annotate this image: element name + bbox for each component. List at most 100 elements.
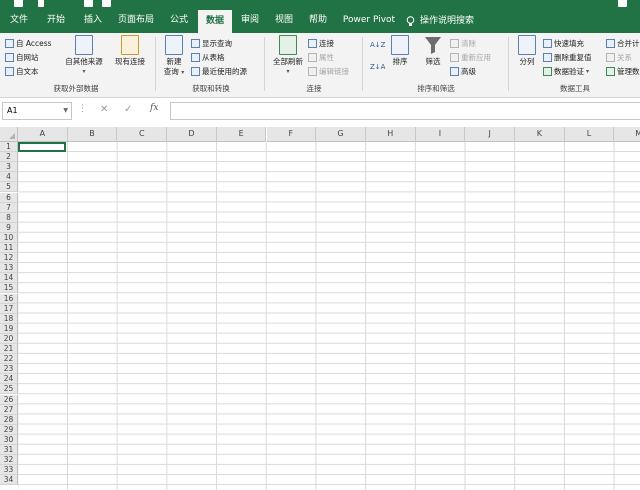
name-box[interactable]: A1 ▼ (2, 102, 72, 120)
row-header[interactable]: 30 (0, 434, 18, 445)
row-header[interactable]: 7 (0, 202, 18, 213)
tab-data[interactable]: 数据 (198, 10, 232, 33)
row-header[interactable]: 28 (0, 414, 18, 425)
column-header[interactable]: C (117, 127, 168, 142)
flash-fill-button[interactable]: 快速填充 (543, 36, 584, 50)
row-header[interactable]: 31 (0, 445, 18, 456)
manage-data-model-button[interactable]: 管理数 (606, 64, 640, 78)
row-header[interactable]: 12 (0, 253, 18, 264)
row-header[interactable]: 4 (0, 172, 18, 183)
filter-button[interactable]: 筛选 (420, 35, 446, 67)
refresh-all-button[interactable]: 全部刷新 ▾ (268, 35, 308, 77)
chevron-down-icon[interactable]: ▼ (63, 103, 68, 119)
row-header[interactable]: 24 (0, 374, 18, 385)
formula-bar-splitter-icon[interactable]: ⋮ (78, 104, 87, 114)
insert-function-icon[interactable]: fx (150, 103, 158, 113)
row-header[interactable]: 20 (0, 333, 18, 344)
row-header[interactable]: 26 (0, 394, 18, 405)
text-to-columns-button[interactable]: 分列 (514, 35, 540, 67)
consolidate-button[interactable]: 合并计 (606, 36, 640, 50)
column-header[interactable]: G (316, 127, 366, 142)
row-header[interactable]: 23 (0, 364, 18, 375)
show-queries-button[interactable]: 显示查询 (191, 36, 232, 50)
row-header[interactable]: 1 (0, 142, 18, 153)
row-header[interactable]: 33 (0, 465, 18, 476)
from-table-button[interactable]: 从表格 (191, 50, 225, 64)
relationships-button[interactable]: 关系 (606, 50, 632, 64)
row-header[interactable]: 34 (0, 475, 18, 486)
connections-button[interactable]: 连接 (308, 36, 334, 50)
column-header[interactable]: J (465, 127, 515, 142)
cell-area[interactable] (18, 142, 640, 490)
cancel-entry-icon[interactable]: ✕ (100, 104, 108, 115)
column-header[interactable]: A (18, 127, 68, 142)
row-header[interactable]: 10 (0, 232, 18, 243)
column-header[interactable]: E (216, 127, 267, 142)
confirm-entry-icon[interactable]: ✓ (124, 104, 132, 115)
from-other-sources-button[interactable]: 自其他来源 ▾ (60, 35, 108, 77)
reapply-button[interactable]: 重新应用 (450, 50, 491, 64)
column-header[interactable]: M (614, 127, 640, 142)
spreadsheet-grid[interactable]: A B C D E F G H I J K L M 1 2 3 4 5 6 7 8 9 10 11 12 13 14 15 16 17 18… (0, 127, 640, 490)
row-header[interactable]: 5 (0, 182, 18, 193)
row-header[interactable]: 22 (0, 354, 18, 365)
row-header[interactable]: 9 (0, 222, 18, 233)
row-header[interactable]: 2 (0, 152, 18, 163)
tab-insert[interactable]: 插入 (76, 9, 110, 33)
row-header[interactable]: 13 (0, 263, 18, 274)
sort-descending-button[interactable]: Z↓A (370, 60, 385, 74)
from-access-button[interactable]: 自 Access (5, 36, 52, 50)
row-header[interactable]: 29 (0, 424, 18, 435)
tab-page-layout[interactable]: 页面布局 (112, 9, 160, 33)
column-header[interactable]: F (266, 127, 317, 142)
tab-review[interactable]: 审阅 (234, 9, 266, 33)
advanced-filter-button[interactable]: 高级 (450, 64, 476, 78)
row-header[interactable]: 3 (0, 162, 18, 173)
column-header[interactable]: H (365, 127, 416, 142)
sort-ascending-button[interactable]: A↓Z (370, 38, 385, 52)
save-icon[interactable] (14, 0, 23, 7)
row-header[interactable]: 32 (0, 455, 18, 466)
data-validation-button[interactable]: 数据验证 ▾ (543, 64, 589, 78)
row-header[interactable]: 21 (0, 344, 18, 355)
row-header[interactable]: 16 (0, 293, 18, 304)
column-header[interactable]: B (67, 127, 118, 142)
tab-formulas[interactable]: 公式 (162, 9, 196, 33)
row-header[interactable]: 6 (0, 192, 18, 203)
from-web-button[interactable]: 自网站 (5, 50, 39, 64)
row-header[interactable]: 18 (0, 313, 18, 324)
tab-file[interactable]: 文件 (2, 9, 36, 33)
column-header[interactable]: L (564, 127, 615, 142)
row-header[interactable]: 8 (0, 212, 18, 223)
formula-input[interactable] (170, 102, 640, 120)
column-header[interactable]: I (415, 127, 466, 142)
row-header[interactable]: 15 (0, 283, 18, 294)
remove-duplicates-button[interactable]: 删除重复值 (543, 50, 592, 64)
properties-button[interactable]: 属性 (308, 50, 334, 64)
undo-icon[interactable] (38, 0, 44, 7)
column-header[interactable]: D (167, 127, 217, 142)
window-control-icon[interactable] (618, 0, 627, 7)
row-header[interactable]: 25 (0, 384, 18, 395)
from-text-button[interactable]: 自文本 (5, 64, 39, 78)
quick-access-icon[interactable] (84, 0, 93, 7)
clear-filter-button[interactable]: 清除 (450, 36, 476, 50)
row-header[interactable]: 19 (0, 323, 18, 334)
edit-links-button[interactable]: 编辑链接 (308, 64, 349, 78)
row-header[interactable]: 11 (0, 243, 18, 254)
row-header[interactable]: 14 (0, 273, 18, 284)
sort-button[interactable]: 排序 (388, 35, 412, 67)
row-header[interactable]: 17 (0, 303, 18, 314)
recent-sources-button[interactable]: 最近使用的源 (191, 64, 247, 78)
select-all-button[interactable] (0, 127, 18, 142)
row-header[interactable]: 27 (0, 404, 18, 415)
quick-access-icon-2[interactable] (102, 0, 111, 7)
tab-home[interactable]: 开始 (38, 9, 74, 33)
tab-view[interactable]: 视图 (268, 9, 300, 33)
existing-connections-button[interactable]: 现有连接 (110, 35, 150, 67)
tab-help[interactable]: 帮助 (302, 9, 334, 33)
column-header[interactable]: K (515, 127, 565, 142)
active-cell[interactable] (18, 142, 66, 152)
new-query-button[interactable]: 新建 查询 ▾ (160, 35, 188, 78)
tell-me-search[interactable]: 操作说明搜索 (406, 9, 496, 33)
